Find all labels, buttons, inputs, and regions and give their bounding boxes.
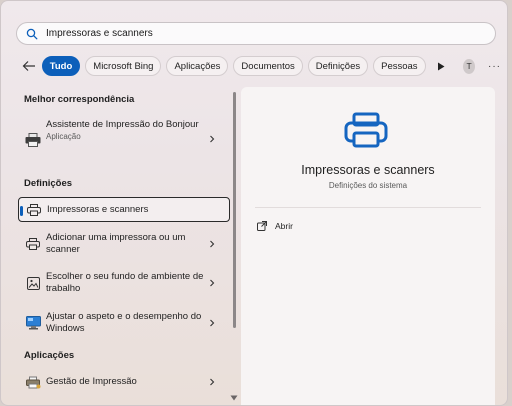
chevron-right-icon [210, 135, 215, 143]
chevron-right-icon [210, 319, 215, 327]
result-printers-scanners[interactable]: Impressoras e scanners [18, 197, 230, 222]
best-match-heading: Melhor correspondência [24, 94, 135, 105]
printer-large-icon [344, 112, 388, 148]
settings-heading: Definições [24, 178, 73, 189]
filter-chip-people[interactable]: Pessoas [373, 56, 426, 76]
chevron-right-icon [210, 279, 215, 287]
preview-title: Impressoras e scanners [301, 163, 435, 177]
result-print-management[interactable]: Gestão de Impressão [18, 370, 230, 394]
result-label: Ajustar o aspeto e o desempenho do Windo… [46, 311, 202, 334]
result-label: Adicionar uma impressora ou um scanner [46, 232, 186, 255]
scroll-down-arrow-icon[interactable] [230, 395, 238, 401]
chevron-right-icon [210, 378, 215, 386]
printer-icon [26, 202, 42, 218]
printer-app-icon [25, 132, 41, 148]
image-icon [25, 275, 41, 291]
search-input[interactable] [46, 28, 466, 39]
result-windows-performance[interactable]: Ajustar o aspeto e o desempenho do Windo… [18, 308, 230, 338]
preview-pane: Impressoras e scanners Definições do sis… [241, 87, 495, 405]
filter-chip-apps[interactable]: Aplicações [166, 56, 229, 76]
results-list: Melhor correspondência Assistente de Imp… [17, 89, 231, 405]
search-icon [26, 28, 38, 40]
filter-chip-all[interactable]: Tudo [41, 56, 81, 76]
filter-chip-bing[interactable]: Microsoft Bing [85, 56, 162, 76]
preview-divider [255, 207, 481, 208]
apps-heading: Aplicações [24, 350, 75, 361]
result-bonjour-assistant[interactable]: Assistente de Impressão do Bonjour Aplic… [18, 119, 230, 159]
result-label: Gestão de Impressão [46, 376, 137, 387]
search-window: Tudo Microsoft Bing Aplicações Documento… [0, 0, 508, 406]
avatar[interactable]: T [463, 58, 475, 74]
back-arrow-icon[interactable] [21, 56, 37, 76]
add-printer-icon [25, 236, 41, 252]
play-icon[interactable] [435, 56, 448, 76]
filter-chip-settings[interactable]: Definições [307, 56, 369, 76]
search-box[interactable] [16, 22, 496, 45]
result-subtitle: Aplicação [46, 132, 81, 141]
open-action[interactable]: Abrir [257, 221, 293, 231]
print-management-icon [25, 374, 41, 390]
result-add-printer[interactable]: Adicionar uma impressora ou um scanner [18, 229, 230, 259]
more-options-icon[interactable]: ··· [488, 61, 501, 72]
chevron-right-icon [210, 240, 215, 248]
filter-bar: Tudo Microsoft Bing Aplicações Documento… [21, 55, 501, 77]
result-label: Impressoras e scanners [47, 203, 149, 215]
system-monitor-icon [25, 315, 41, 331]
result-label: Escolher o seu fundo de ambiente de trab… [46, 271, 204, 294]
selection-indicator [20, 206, 23, 216]
open-external-icon [257, 221, 267, 231]
results-scrollbar[interactable] [233, 92, 236, 328]
result-title: Assistente de Impressão do Bonjour [46, 119, 199, 130]
open-label: Abrir [275, 221, 293, 231]
preview-subtitle: Definições do sistema [328, 181, 408, 190]
filter-chip-documents[interactable]: Documentos [233, 56, 303, 76]
result-desktop-background[interactable]: Escolher o seu fundo de ambiente de trab… [18, 268, 230, 298]
